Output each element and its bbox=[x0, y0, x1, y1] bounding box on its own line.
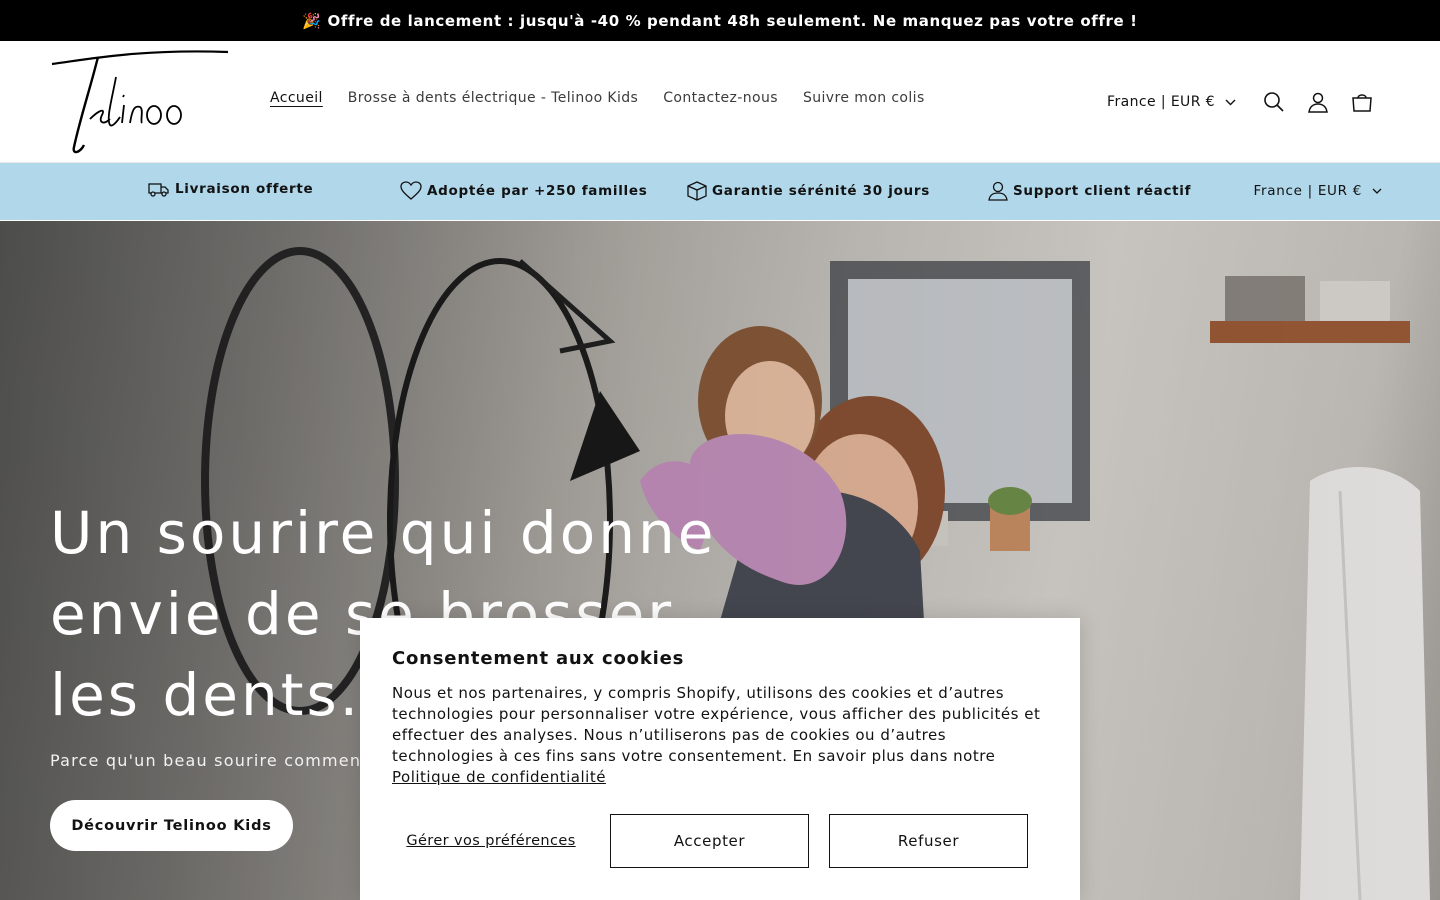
trust-country-selector[interactable]: France | EUR € bbox=[1254, 183, 1383, 199]
account-button[interactable] bbox=[1296, 85, 1340, 119]
cookie-actions: Gérer vos préférences Accepter Refuser bbox=[392, 814, 1028, 868]
trust-item-label: Livraison offerte bbox=[175, 181, 314, 197]
country-selector-label: France | EUR € bbox=[1107, 94, 1215, 110]
discover-telinoo-kids-button[interactable]: Découvrir Telinoo Kids bbox=[50, 800, 293, 851]
chevron-down-icon bbox=[1225, 99, 1236, 105]
trust-item-livraison: Livraison offerte bbox=[148, 181, 313, 197]
main-nav: Accueil Brosse à dents électrique - Teli… bbox=[270, 90, 925, 106]
trust-item-label: Support client réactif bbox=[1013, 183, 1192, 199]
hero-subtitle: Parce qu'un beau sourire commence bbox=[50, 751, 383, 770]
search-button[interactable] bbox=[1252, 85, 1296, 119]
cart-icon bbox=[1352, 94, 1372, 112]
cart-button[interactable] bbox=[1340, 85, 1384, 119]
cookie-consent-banner: Consentement aux cookies Nous et nos par… bbox=[360, 618, 1080, 900]
privacy-policy-link[interactable]: Politique de confidentialité bbox=[392, 768, 606, 786]
trust-item-label: Adoptée par +250 familles bbox=[427, 182, 648, 199]
site-header: Accueil Brosse à dents électrique - Teli… bbox=[0, 41, 1440, 163]
cookie-body: Nous et nos partenaires, y compris Shopi… bbox=[392, 683, 1048, 788]
trust-item-familles: Adoptée par +250 familles bbox=[400, 181, 647, 200]
user-icon bbox=[988, 181, 1008, 201]
cookie-body-text: Nous et nos partenaires, y compris Shopi… bbox=[392, 684, 1041, 765]
trust-item-support: Support client réactif bbox=[988, 181, 1191, 201]
cookie-title: Consentement aux cookies bbox=[392, 648, 685, 669]
country-selector[interactable]: France | EUR € bbox=[1107, 94, 1236, 110]
announcement-bar: 🎉 Offre de lancement : jusqu'à -40 % pen… bbox=[0, 0, 1440, 41]
trust-bar: Livraison offerte Adoptée par +250 famil… bbox=[0, 163, 1440, 220]
manage-preferences-button[interactable]: Gérer vos préférences bbox=[392, 814, 590, 868]
chevron-down-icon bbox=[1372, 188, 1382, 194]
country-selector-label: France | EUR € bbox=[1253, 183, 1362, 199]
search-icon bbox=[1264, 92, 1284, 112]
trust-item-label: Garantie sérénité 30 jours bbox=[712, 183, 930, 199]
nav-item-brosse-a-dents[interactable]: Brosse à dents électrique - Telinoo Kids bbox=[348, 90, 638, 106]
box-icon bbox=[687, 181, 707, 201]
nav-item-accueil[interactable]: Accueil bbox=[270, 90, 323, 106]
nav-item-suivre-colis[interactable]: Suivre mon colis bbox=[803, 90, 925, 106]
decline-cookies-button[interactable]: Refuser bbox=[829, 814, 1028, 868]
truck-icon bbox=[148, 183, 169, 197]
announcement-text: 🎉 Offre de lancement : jusqu'à -40 % pen… bbox=[302, 11, 1138, 30]
header-actions: France | EUR € bbox=[1107, 85, 1384, 119]
nav-item-contact[interactable]: Contactez-nous bbox=[663, 90, 778, 106]
trust-item-garantie: Garantie sérénité 30 jours bbox=[687, 181, 930, 201]
accept-cookies-button[interactable]: Accepter bbox=[610, 814, 809, 868]
heart-icon bbox=[400, 181, 422, 200]
telinoo-logo-image bbox=[51, 50, 229, 154]
brand-logo[interactable] bbox=[50, 49, 230, 157]
account-icon bbox=[1308, 92, 1328, 113]
